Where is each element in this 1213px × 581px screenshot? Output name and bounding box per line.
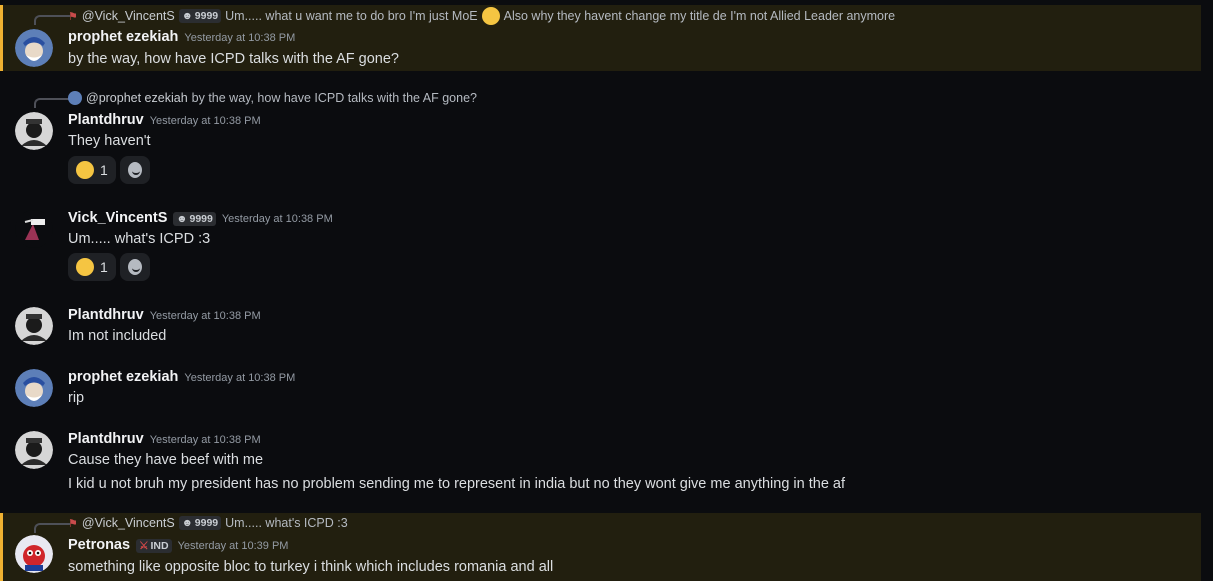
reply-connector [34,98,70,108]
reply-text-continued: Also why they havent change my title de … [503,9,896,23]
timestamp: Yesterday at 10:38 PM [184,32,296,44]
timestamp: Yesterday at 10:38 PM [221,213,333,225]
reactions: 1 [68,253,150,281]
reply-text: Um..... what's ICPD :3 [225,516,348,530]
reply-preview[interactable]: ⚑ @Vick_VincentS ☻ 9999 Um..... what's IC… [68,514,348,532]
timestamp: Yesterday at 10:38 PM [149,115,261,127]
avatar[interactable] [15,112,53,150]
message-text: Im not included [68,328,167,344]
message-header: Plantdhruv Yesterday at 10:38 PM [68,431,261,447]
reaction-count: 1 [100,259,108,275]
message-text-followup: I kid u not bruh my president has no pro… [68,476,846,492]
reply-text: by the way, how have ICPD talks with the… [191,91,477,105]
username[interactable]: prophet ezekiah [68,369,178,385]
message-item: Plantdhruv Yesterday at 10:38 PM Im not … [0,306,1198,354]
reaction-rofl[interactable]: 1 [68,156,116,184]
add-reaction-icon [127,162,142,178]
user-badge: ☻ 9999 [178,516,222,530]
skull-icon: ☻ [181,10,193,22]
message-item: ⚑ @Vick_VincentS ☻ 9999 Um..... what u wa… [0,5,1201,71]
reply-preview[interactable]: ⚑ @Vick_VincentS ☻ 9999 Um..... what u wa… [68,7,895,25]
message-header: prophet ezekiah Yesterday at 10:38 PM [68,29,295,45]
timestamp: Yesterday at 10:38 PM [149,310,261,322]
reply-preview[interactable]: @prophet ezekiah by the way, how have IC… [68,89,477,107]
message-text: by the way, how have ICPD talks with the… [68,51,399,67]
reply-text: Um..... what u want me to do bro I'm jus… [225,9,478,23]
message-text: something like opposite bloc to turkey i… [68,559,554,575]
reply-connector [34,523,70,533]
avatar[interactable] [15,210,53,248]
message-header: Petronas ⚔ IND Yesterday at 10:39 PM [68,537,288,553]
message-item: prophet ezekiah Yesterday at 10:38 PM ri… [0,368,1198,416]
message-text: Cause they have beef with me [68,452,264,468]
message-item: Plantdhruv Yesterday at 10:38 PM Cause t… [0,430,1198,500]
reply-username[interactable]: @Vick_VincentS [82,516,175,530]
user-badge: ☻ 9999 [178,9,222,23]
reaction-count: 1 [100,162,108,178]
username[interactable]: Petronas [68,537,130,553]
reply-connector [34,15,70,25]
message-text: Um..... what's ICPD :3 [68,231,211,247]
message-item: ⚑ @Vick_VincentS ☻ 9999 Um..... what's IC… [0,513,1201,581]
username[interactable]: Plantdhruv [68,112,144,128]
mini-avatar [68,91,82,105]
role-tag: ⚔ IND [136,539,172,553]
flag-icon: ⚑ [68,10,78,23]
slight-smile-emoji-icon [481,7,500,25]
avatar[interactable] [15,307,53,345]
sword-icon: ⚔ [139,540,149,552]
message-header: prophet ezekiah Yesterday at 10:38 PM [68,369,295,385]
add-reaction-button[interactable] [119,253,150,281]
reply-username[interactable]: @Vick_VincentS [82,9,175,23]
message-text: rip [68,390,85,406]
message-text: They haven't [68,133,151,149]
message-header: Vick_VincentS ☻ 9999 Yesterday at 10:38 P… [68,210,333,226]
message-item: @prophet ezekiah by the way, how have IC… [0,88,1198,188]
rofl-emoji-icon [76,258,94,276]
message-header: Plantdhruv Yesterday at 10:38 PM [68,112,261,128]
message-header: Plantdhruv Yesterday at 10:38 PM [68,307,261,323]
user-badge: ☻ 9999 [173,212,216,226]
avatar[interactable] [15,535,53,573]
reactions: 1 [68,156,150,184]
timestamp: Yesterday at 10:38 PM [184,372,296,384]
username[interactable]: prophet ezekiah [68,29,178,45]
username[interactable]: Plantdhruv [68,431,144,447]
skull-icon: ☻ [181,517,193,529]
add-reaction-button[interactable] [119,156,150,184]
reply-username[interactable]: @prophet ezekiah [86,91,188,105]
message-item: Vick_VincentS ☻ 9999 Yesterday at 10:38 P… [0,208,1198,288]
username[interactable]: Vick_VincentS [68,210,167,226]
reaction-rofl[interactable]: 1 [68,253,116,281]
avatar[interactable] [15,369,53,407]
timestamp: Yesterday at 10:39 PM [177,540,289,552]
rofl-emoji-icon [76,161,94,179]
add-reaction-icon [127,259,142,275]
flag-icon: ⚑ [68,517,78,530]
timestamp: Yesterday at 10:38 PM [149,434,261,446]
username[interactable]: Plantdhruv [68,307,144,323]
skull-icon: ☻ [176,213,188,225]
avatar[interactable] [15,431,53,469]
avatar[interactable] [15,29,53,67]
